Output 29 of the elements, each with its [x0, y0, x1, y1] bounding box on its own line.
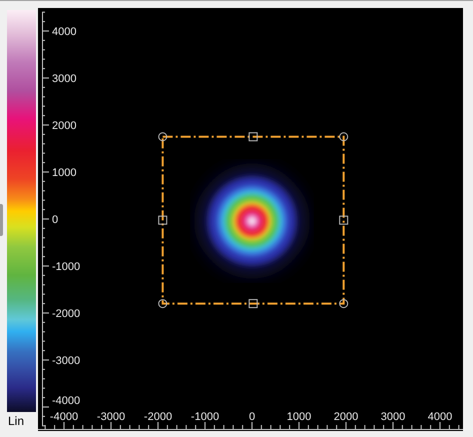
axis-label: -2000 — [144, 411, 172, 423]
axis-label: 1000 — [52, 167, 76, 179]
roi-rectangle[interactable] — [162, 136, 345, 305]
axis-label: -3000 — [52, 355, 80, 367]
resize-handle[interactable] — [158, 132, 168, 142]
resize-handle[interactable] — [339, 216, 348, 225]
axis-label: 0 — [248, 411, 256, 423]
axis-label: -4000 — [52, 395, 80, 407]
resize-handle[interactable] — [158, 216, 168, 225]
axis-label: -4000 — [50, 411, 78, 423]
axis-label: 2000 — [52, 120, 76, 132]
axis-label: 3000 — [52, 73, 76, 85]
resize-handle[interactable] — [339, 132, 348, 142]
scale-mode-label: Lin — [8, 414, 24, 428]
splitter-handle[interactable] — [0, 204, 3, 236]
axis-label: 0 — [52, 214, 58, 226]
axis-label: 1000 — [286, 411, 312, 423]
axis-label: 2000 — [334, 411, 358, 423]
axis-label: 4000 — [52, 26, 76, 38]
axis-label: -2000 — [52, 308, 80, 320]
axis-label: -3000 — [96, 411, 126, 423]
resize-handle[interactable] — [158, 299, 168, 308]
resize-handle[interactable] — [248, 299, 258, 308]
resize-handle[interactable] — [248, 132, 258, 142]
axis-label: -1000 — [190, 411, 220, 423]
resize-handle[interactable] — [339, 299, 348, 308]
axis-label: 4000 — [428, 411, 452, 423]
axis-label: 3000 — [380, 411, 406, 423]
axis-label: -1000 — [52, 261, 80, 273]
